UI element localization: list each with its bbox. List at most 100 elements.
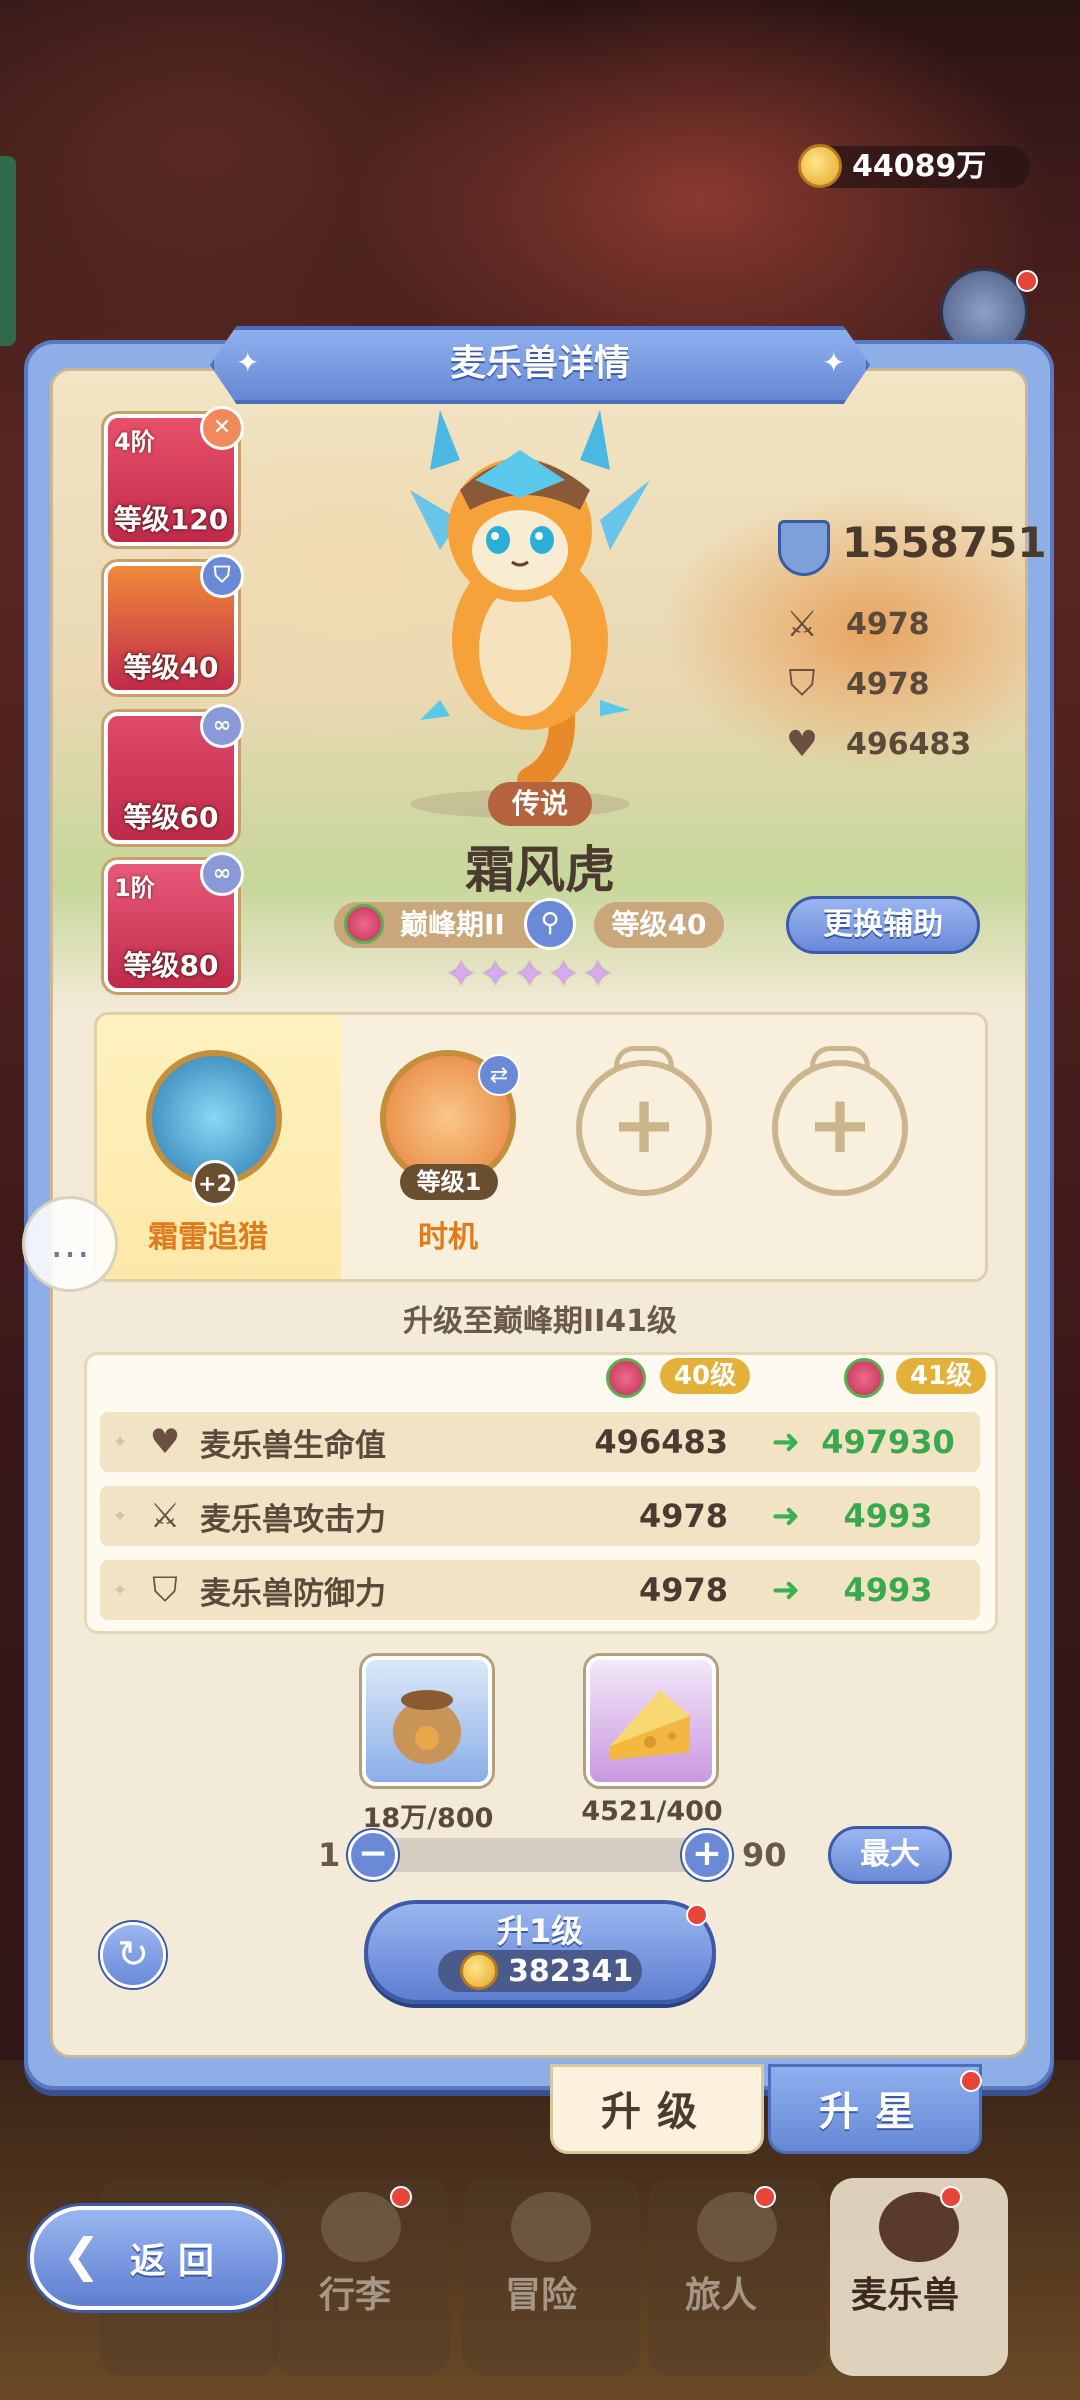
tab-upgrade[interactable]: 升级 xyxy=(550,2064,764,2154)
shield-icon: ⛉ xyxy=(788,663,816,704)
swap-icon[interactable]: ⇄ xyxy=(478,1054,520,1096)
notification-dot xyxy=(754,2186,776,2208)
star-icon: ✦ xyxy=(446,954,477,995)
combat-power: 1558751 xyxy=(842,518,1047,567)
coin-icon xyxy=(460,1952,498,1990)
defense-value: 4978 xyxy=(846,666,930,702)
stage-label: 巅峰期II xyxy=(400,908,505,941)
notification-dot xyxy=(686,1904,708,1926)
cheese-item[interactable] xyxy=(586,1656,716,1786)
to-level-badge: 41级 xyxy=(896,1358,986,1394)
star-rating: ✦ ✦ ✦ ✦ ✦ xyxy=(446,954,613,995)
helper-badge-icon: ∞ xyxy=(200,852,244,896)
current-value: 496483 xyxy=(594,1423,728,1461)
combat-power-icon xyxy=(778,520,830,576)
notification-dot xyxy=(940,2186,962,2208)
helper-level: 等级40 xyxy=(123,651,219,684)
attack-stat: ⚔ 4978 xyxy=(780,602,930,646)
star-icon: ✦ xyxy=(582,954,613,995)
next-value: 4993 xyxy=(843,1497,933,1535)
notification-dot xyxy=(1016,270,1038,292)
max-button[interactable]: 最大 xyxy=(828,1826,952,1884)
slider-max: 90 xyxy=(742,1836,787,1874)
attack-value: 4978 xyxy=(846,606,930,642)
helper-level: 等级60 xyxy=(123,801,219,834)
stat-label: 麦乐兽攻击力 xyxy=(200,1501,386,1538)
refresh-icon[interactable]: ↻ xyxy=(100,1922,166,1988)
arrow-right-icon: ➜ xyxy=(771,1496,801,1536)
diamond-icon: ✦ xyxy=(112,1505,128,1527)
helper-level: 等级120 xyxy=(113,503,229,536)
heart-icon: ♥ xyxy=(149,1422,181,1462)
swords-icon: ⚔ xyxy=(785,603,819,645)
skill-bonus-badge: +2 xyxy=(192,1160,238,1206)
helper-tier: 1阶 xyxy=(114,874,155,902)
nav-label: 冒险 xyxy=(504,2275,577,2316)
helper-badge: ⛉ xyxy=(200,554,244,598)
empty-skill-slot[interactable]: + xyxy=(576,1060,712,1196)
food-bag-item[interactable] xyxy=(362,1656,492,1786)
decrease-button[interactable]: − xyxy=(348,1830,398,1880)
stage-flower-icon xyxy=(606,1358,646,1398)
star-icon: ✦ xyxy=(514,954,545,995)
material-count: 4521/400 xyxy=(581,1796,723,1827)
notification-dot xyxy=(960,2070,982,2092)
level-up-label: 升1级 xyxy=(496,1912,584,1950)
shield-icon: ⛉ xyxy=(152,1570,178,1610)
defense-stat: ⛉ 4978 xyxy=(780,662,930,706)
coin-amount: 44089万 xyxy=(852,149,987,184)
diamond-icon: ✦ xyxy=(112,1579,128,1601)
star-icon: ✦ xyxy=(548,954,579,995)
upgrade-title: 升级至巅峰期II41级 xyxy=(402,1304,678,1339)
arrow-right-icon: ➜ xyxy=(771,1422,801,1462)
skill-name: 时机 xyxy=(418,1220,478,1255)
quantity-slider-track[interactable] xyxy=(372,1838,712,1872)
helper-badge-icon: ⛉ xyxy=(200,554,244,598)
from-level-badge: 40级 xyxy=(660,1358,750,1394)
pet-illustration xyxy=(410,410,650,818)
helper-badge: ∞ xyxy=(200,704,244,748)
stat-row-defense: ✦ ⛉ 麦乐兽防御力 4978 ➜ 4993 xyxy=(100,1560,980,1620)
heart-icon: ♥ xyxy=(785,723,819,765)
magnifier-icon[interactable]: ⚲ xyxy=(524,898,576,950)
nav-label: 旅人 xyxy=(684,2275,757,2316)
pet-level: 等级40 xyxy=(594,902,724,948)
next-value: 497930 xyxy=(821,1423,955,1461)
material-count: 18万/800 xyxy=(362,1803,494,1834)
helper-badge: ∞ xyxy=(200,852,244,896)
star-icon: ✦ xyxy=(480,954,511,995)
stage-flower-icon xyxy=(844,1358,884,1398)
empty-skill-slot[interactable]: + xyxy=(772,1060,908,1196)
panel-title: 麦乐兽详情 xyxy=(449,343,630,384)
stat-label: 麦乐兽生命值 xyxy=(200,1427,386,1464)
nav-label: 麦乐兽 xyxy=(850,2275,959,2316)
crossed-swords-icon xyxy=(511,2192,591,2262)
helper-badge: ✕ xyxy=(200,406,244,450)
diamond-icon: ✦ xyxy=(112,1431,128,1453)
swords-icon: ⚔ xyxy=(149,1496,181,1536)
notification-dot xyxy=(390,2186,412,2208)
helper-badge-icon: ✕ xyxy=(200,406,244,450)
current-value: 4978 xyxy=(638,1497,728,1535)
banner-sparkle-icon: ✦ xyxy=(236,346,260,379)
luggage-icon xyxy=(321,2192,401,2262)
skill-level-badge: 等级1 xyxy=(400,1164,498,1200)
pet-name: 霜风虎 xyxy=(465,841,615,899)
increase-button[interactable]: + xyxy=(682,1830,732,1880)
helper-tier: 4阶 xyxy=(114,428,155,456)
left-edge-tab[interactable] xyxy=(0,156,16,346)
food-bag-icon xyxy=(393,1690,461,1764)
swap-helper-button[interactable]: 更换辅助 xyxy=(786,896,980,954)
nav-label: 行李 xyxy=(318,2275,391,2316)
rarity-badge: 传说 xyxy=(488,782,592,826)
back-label: 返回 xyxy=(130,2241,227,2282)
chat-bubble-icon[interactable]: … xyxy=(22,1196,118,1292)
arrow-right-icon: ➜ xyxy=(771,1570,801,1610)
tab-star-up[interactable]: 升星 xyxy=(768,2064,982,2154)
current-value: 4978 xyxy=(638,1571,728,1609)
helper-level: 等级80 xyxy=(123,949,219,982)
stat-row-attack: ✦ ⚔ 麦乐兽攻击力 4978 ➜ 4993 xyxy=(100,1486,980,1546)
next-value: 4993 xyxy=(843,1571,933,1609)
slider-min: 1 xyxy=(318,1836,341,1874)
hp-value: 496483 xyxy=(846,726,972,762)
